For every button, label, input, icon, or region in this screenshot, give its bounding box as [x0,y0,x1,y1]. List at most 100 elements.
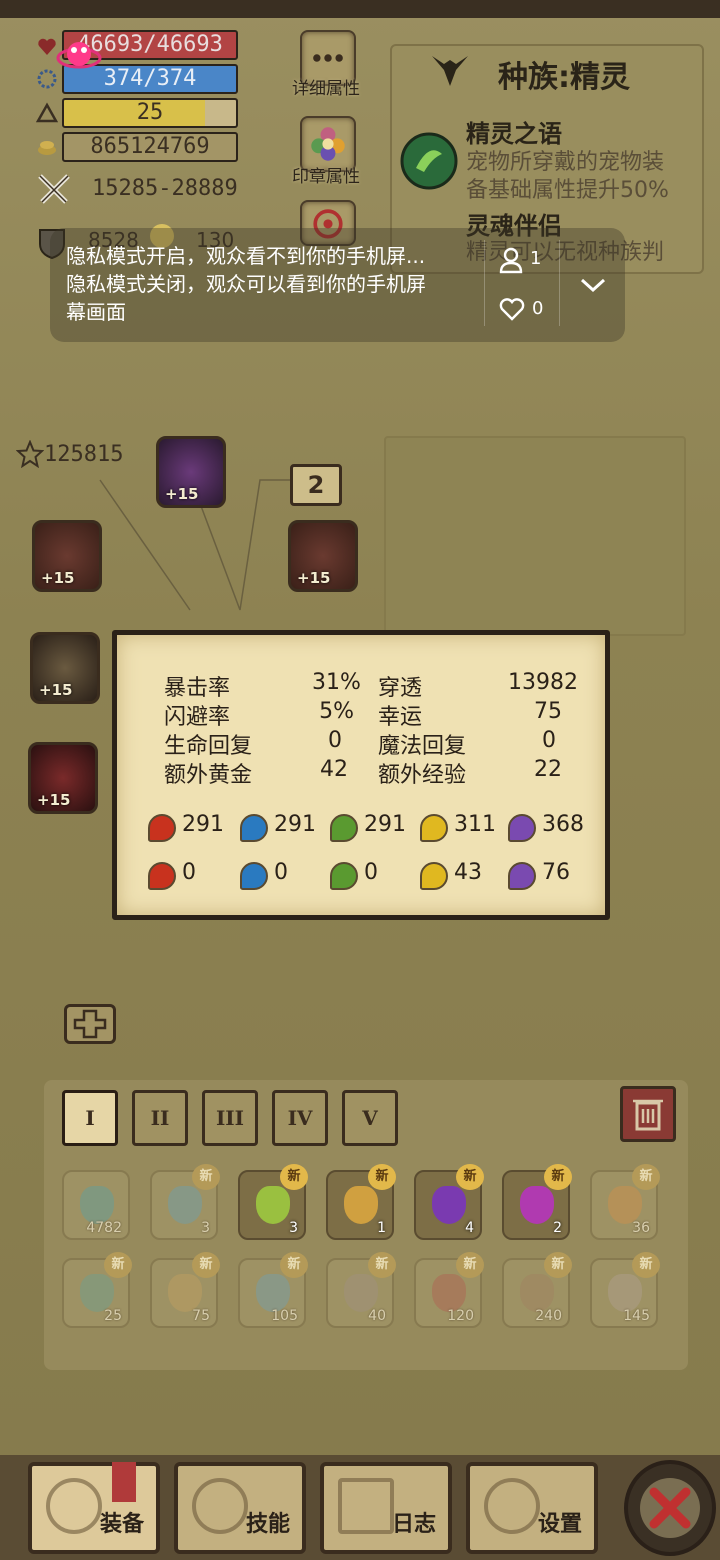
overlay-divider-2 [559,240,560,326]
race-skill1-desc2: 备基础属性提升50% [466,178,669,203]
item-row2-count-6: 145 [623,1308,650,1324]
viewer-count: 1 [530,248,542,269]
item-row1-slot-0[interactable]: 4782 [62,1170,130,1240]
item-row1-slot-4[interactable]: 4新 [414,1164,484,1240]
extra-gold-value: 42 [320,757,348,782]
item-row2-slot-6[interactable]: 145 新 [590,1252,660,1328]
glove-slot[interactable]: +15 [28,742,98,814]
elem-attack-value-4: 368 [542,812,584,837]
bag-tab-5[interactable]: V [342,1090,398,1146]
dodge-value: 5% [319,699,354,724]
axe-icon [46,1478,102,1534]
item-row2-item-icon-4 [432,1274,466,1312]
nav-log-label: 日志 [391,1512,436,1537]
crossed-swords-icon [38,174,70,204]
log-book-icon [338,1478,394,1534]
bag-tab-1[interactable]: I [62,1090,118,1146]
item-row2-count-1: 75 [192,1308,210,1324]
elem-resist-value-0: 0 [182,860,196,885]
mp-regen-value: 0 [542,728,556,753]
item-row1-item-icon-3 [344,1186,378,1224]
nav-log-button[interactable]: 日志 [320,1462,452,1554]
item-row2-slot-3[interactable]: 40 新 [326,1252,396,1328]
mp-regen-label: 魔法回复 [378,734,467,759]
nav-equip-button[interactable]: 装备 [28,1462,160,1554]
item-row2-item-icon-3 [344,1274,378,1312]
game-screen: 46693/46693 374/374 25 865124769 15285-2… [0,0,720,1560]
dodge-label: 闪避率 [164,705,231,730]
item-row1-item-icon-6 [608,1186,642,1224]
privacy-line3: 幕画面 [66,300,126,324]
item-row2-new-badge-0: 新 [104,1252,132,1278]
item-row1-new-badge-6: 新 [632,1164,660,1190]
item-row1-item-icon-0 [80,1186,114,1224]
item-row2-item-icon-1 [168,1274,202,1312]
item-row2-count-2: 105 [271,1308,298,1324]
shoulder-slot[interactable]: +15 [32,520,102,592]
heart-like-icon[interactable] [498,296,526,322]
armor-slot[interactable]: +15 [288,520,358,592]
bag-tab-2[interactable]: II [132,1090,188,1146]
item-row2-new-badge-5: 新 [544,1252,572,1278]
item-row2-slot-2[interactable]: 105 新 [238,1252,308,1328]
luck-label: 幸运 [378,705,423,730]
elem-attack-value-0: 291 [182,812,224,837]
viewer-person-icon [499,247,523,274]
nav-skill-button[interactable]: 技能 [174,1462,306,1554]
settings-gear-icon [484,1478,540,1534]
shoulder-plus: +15 [41,569,75,587]
chevron-down-icon[interactable] [578,274,608,296]
crit-value: 31% [312,670,361,695]
item-row2-slot-0[interactable]: 25 新 [62,1252,132,1328]
glove-plus: +15 [37,791,71,809]
item-row1-slot-5[interactable]: 2新 [502,1164,572,1240]
item-row1-slot-3[interactable]: 1新 [326,1164,396,1240]
item-row1-count-2: 3 [289,1220,298,1236]
elem-resist-icon-1 [240,862,268,890]
page-number-box[interactable]: 2 [290,464,342,506]
item-row1-item-icon-5 [520,1186,554,1224]
item-row1-new-badge-3: 新 [368,1164,396,1190]
weapon-slot[interactable]: +15 [30,632,100,704]
elem-attack-value-3: 311 [454,812,496,837]
item-row1-count-4: 4 [465,1220,474,1236]
item-row1-count-5: 2 [553,1220,562,1236]
level-triangle-icon [36,102,58,123]
elem-resist-value-2: 0 [364,860,378,885]
elf-language-icon [400,132,458,190]
bag-tab-3[interactable]: III [202,1090,258,1146]
race-title: 种族:精灵 [498,60,630,95]
elem-attack-value-2: 291 [364,812,406,837]
elem-resist-value-1: 0 [274,860,288,885]
item-row2-new-badge-1: 新 [192,1252,220,1278]
item-row1-slot-1[interactable]: 3新 [150,1164,220,1240]
heart-icon [38,38,56,55]
live-app-logo-icon [56,42,102,69]
elem-attack-icon-4 [508,814,536,842]
cross-button[interactable] [64,1004,116,1044]
elem-resist-icon-0 [148,862,176,890]
item-row1-count-6: 36 [632,1220,650,1236]
item-row1-slot-2[interactable]: 3新 [238,1164,308,1240]
trash-button[interactable] [620,1086,676,1142]
helmet-slot[interactable]: +15 [156,436,226,508]
item-row1-slot-6[interactable]: 36 新 [590,1164,660,1240]
item-row2-slot-5[interactable]: 240 新 [502,1252,572,1328]
nav-settings-button[interactable]: 设置 [466,1462,598,1554]
bag-tab-4[interactable]: IV [272,1090,328,1146]
item-row2-slot-4[interactable]: 120 新 [414,1252,484,1328]
detail-attributes-label: 详细属性 [292,79,360,99]
item-row2-slot-1[interactable]: 75 新 [150,1252,220,1328]
like-count: 0 [532,298,544,319]
elem-resist-value-3: 43 [454,860,482,885]
crit-label: 暴击率 [164,676,231,701]
elem-attack-icon-2 [330,814,358,842]
item-row1-new-badge-1: 新 [192,1164,220,1190]
attack-range: 15285-28889 [92,176,238,201]
item-row1-new-badge-2: 新 [280,1164,308,1190]
weapon-plus: +15 [39,681,73,699]
item-row1-count-1: 3 [201,1220,210,1236]
star-icon [16,440,44,468]
elem-attack-icon-3 [420,814,448,842]
close-button[interactable] [624,1460,716,1556]
